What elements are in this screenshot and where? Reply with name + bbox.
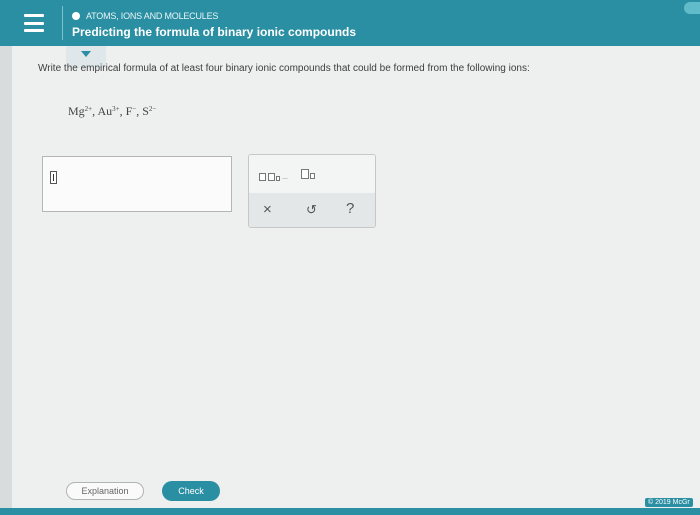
ion-charge: 2+ xyxy=(84,105,93,113)
undo-button[interactable]: ↺ xyxy=(306,202,317,218)
ion-symbol: Mg xyxy=(68,104,85,118)
header-divider xyxy=(62,6,63,40)
circle-dot-icon xyxy=(72,12,80,20)
clear-button[interactable]: × xyxy=(263,201,272,218)
ion-charge: 3+ xyxy=(112,105,120,113)
answer-input[interactable] xyxy=(42,156,232,212)
subscript-icon[interactable] xyxy=(301,169,315,179)
multi-box-icon[interactable]: ... xyxy=(259,171,288,181)
chevron-down-icon xyxy=(81,51,91,57)
input-cursor-icon xyxy=(50,171,57,184)
page-title: Predicting the formula of binary ionic c… xyxy=(72,25,357,39)
ion-symbol: S xyxy=(142,104,149,118)
topic-row: ATOMS, IONS AND MOLECULES xyxy=(72,11,218,21)
copyright-text: © 2019 McGr xyxy=(645,498,693,507)
ion-symbol: Au xyxy=(97,104,113,118)
tool-palette: ... × ↺ ? xyxy=(248,154,376,228)
hamburger-icon[interactable] xyxy=(24,14,44,32)
ion-charge: − xyxy=(132,105,137,113)
bottom-bar xyxy=(0,508,700,515)
check-button[interactable]: Check xyxy=(162,481,220,501)
explanation-button[interactable]: Explanation xyxy=(66,482,144,500)
question-prompt: Write the empirical formula of at least … xyxy=(38,63,530,74)
top-header: ATOMS, IONS AND MOLECULES Predicting the… xyxy=(0,0,700,46)
help-button[interactable]: ? xyxy=(346,200,354,217)
ion-charge: 2− xyxy=(148,105,157,113)
top-right-toggle[interactable] xyxy=(684,2,700,14)
topic-label: ATOMS, IONS AND MOLECULES xyxy=(86,11,219,21)
ion-list: Mg2+, Au3+, F−, S2− xyxy=(68,104,157,118)
